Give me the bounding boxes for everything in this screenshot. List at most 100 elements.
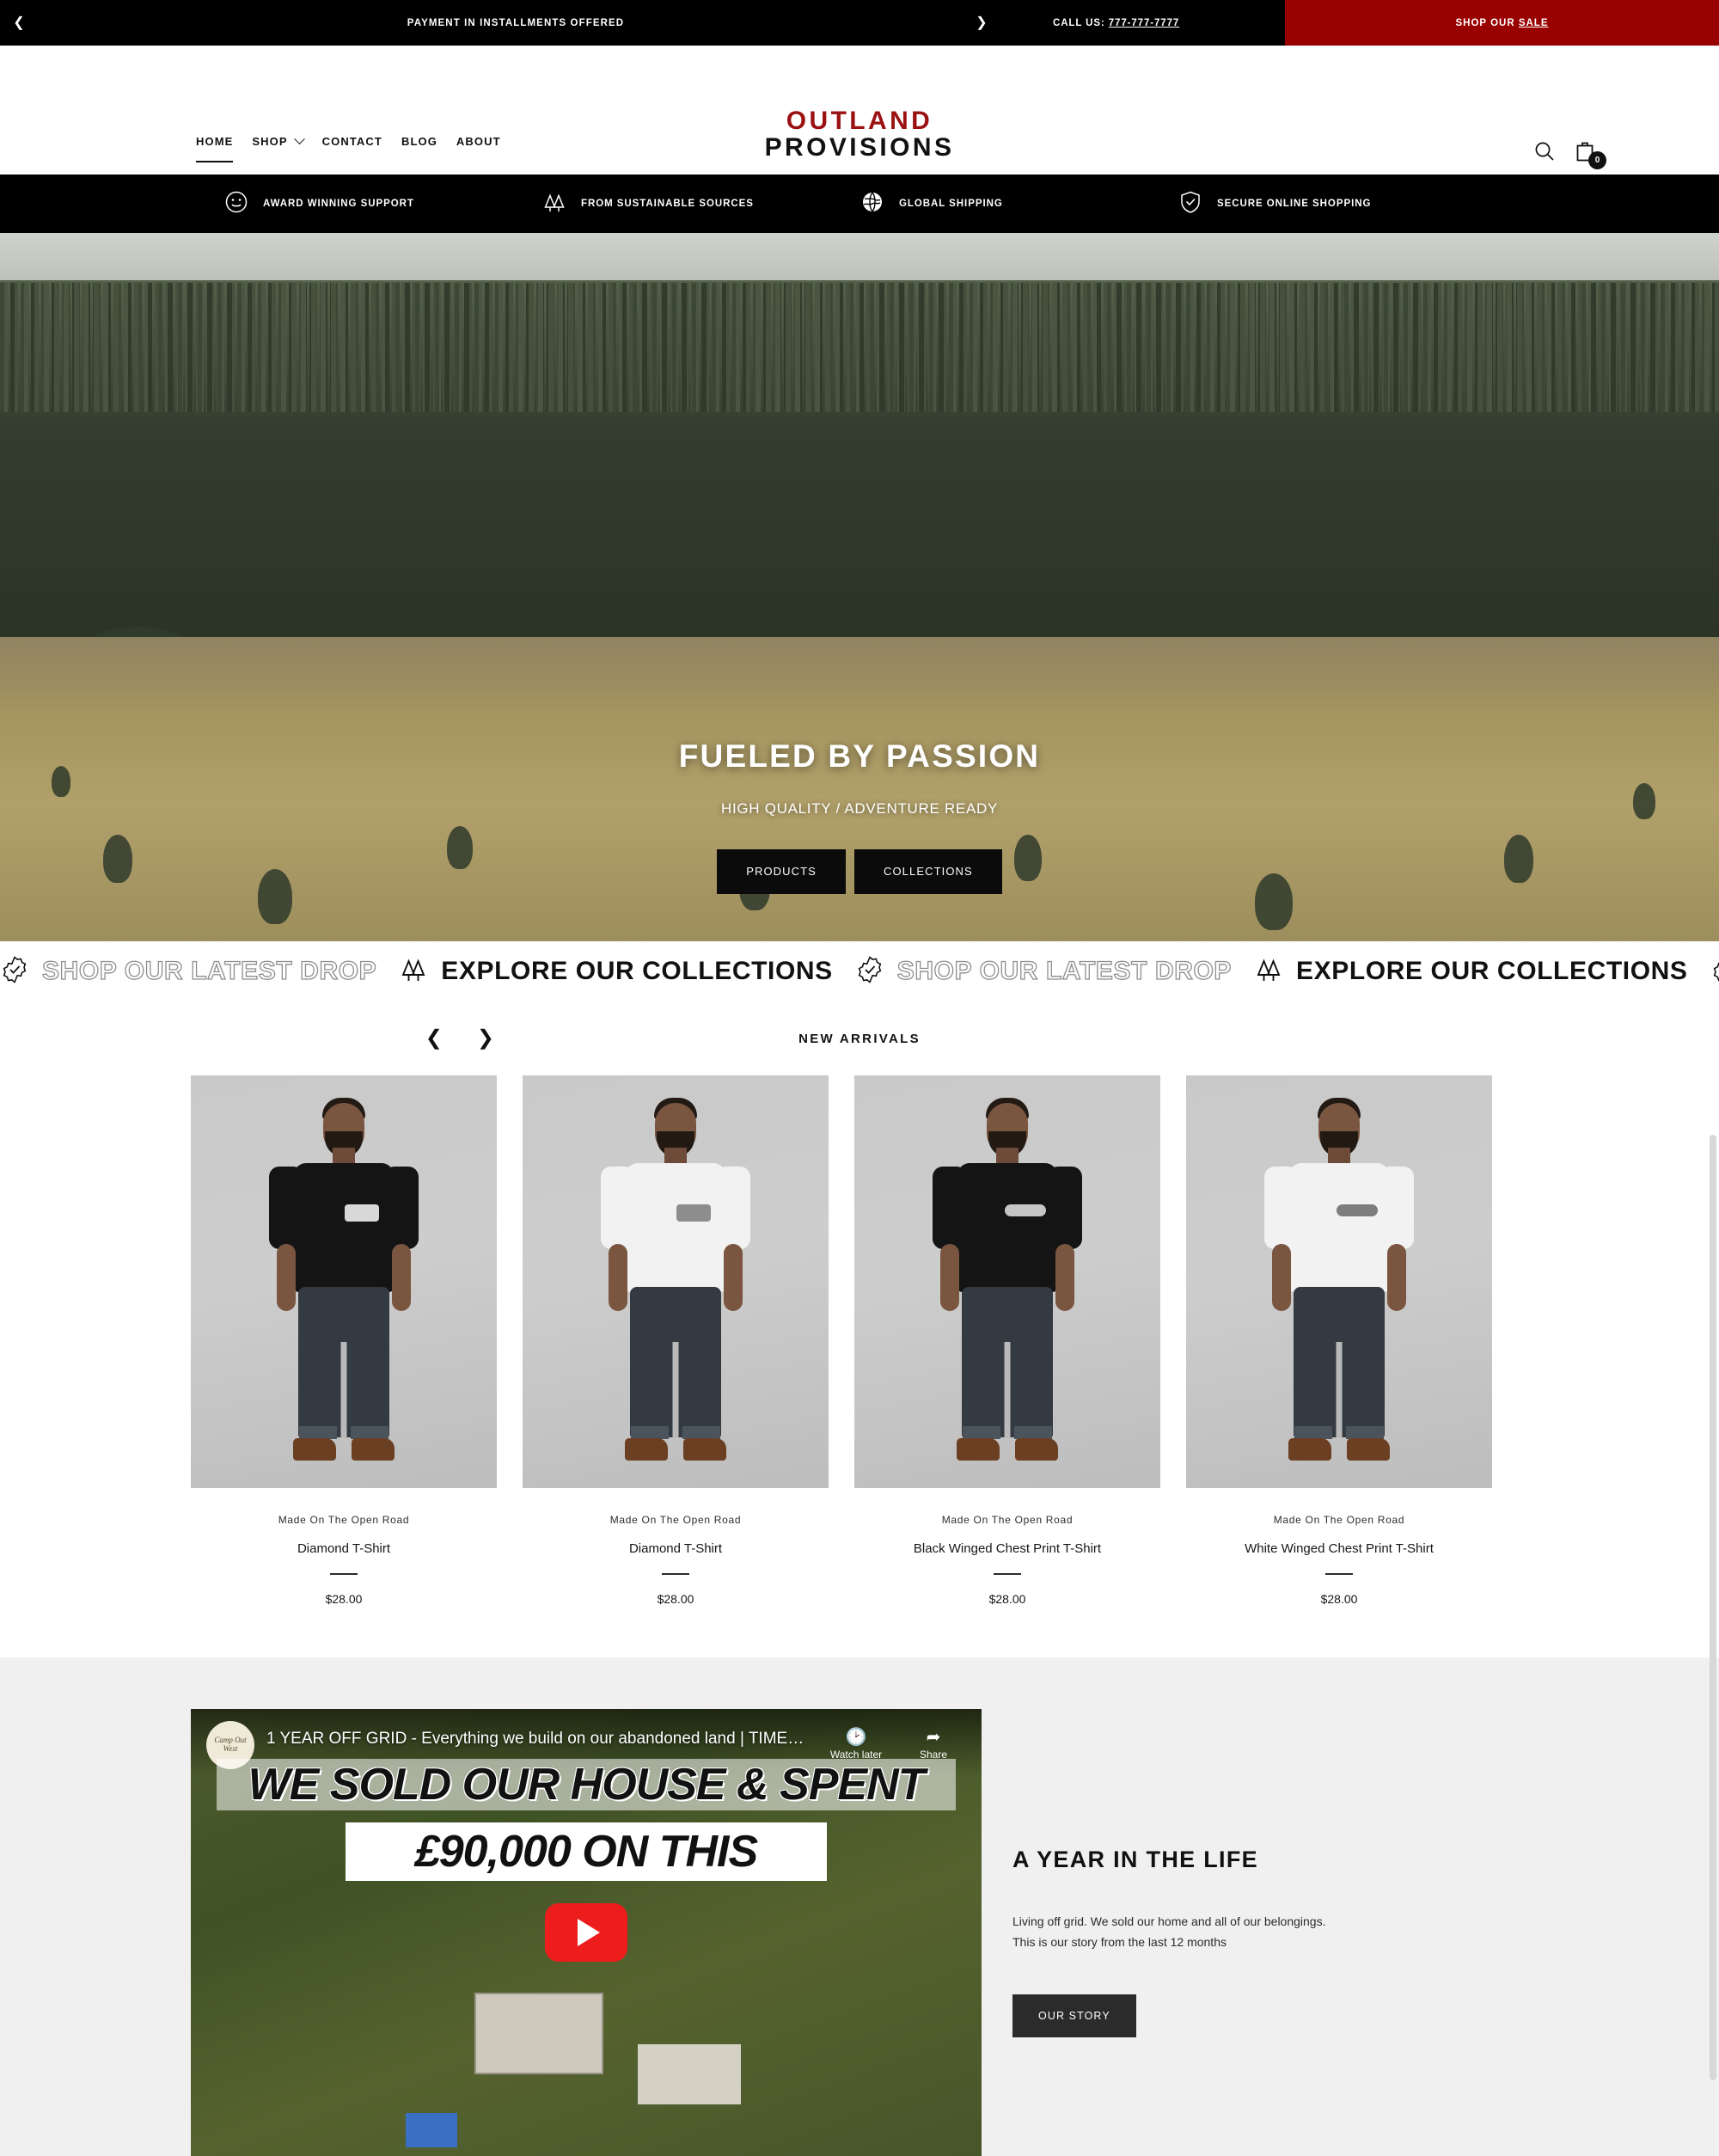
marquee-text: EXPLORE OUR COLLECTIONS — [441, 957, 833, 985]
pine-trees-icon — [399, 955, 428, 989]
nav-item-shop[interactable]: SHOP — [252, 133, 305, 148]
marquee-item[interactable]: SHOP OUR LATEST DROP — [855, 955, 1254, 989]
feature-sustainable-sources: FROM SUSTAINABLE SOURCES — [541, 189, 860, 219]
youtube-video-embed[interactable]: Camp Out West 1 YEAR OFF GRID - Everythi… — [191, 1708, 982, 2156]
cart-count-badge: 0 — [1588, 151, 1606, 169]
nav-item-blog[interactable]: BLOG — [401, 135, 437, 148]
product-info: Made On The Open Road White Winged Chest… — [1186, 1488, 1492, 1606]
product-vendor: Made On The Open Road — [941, 1514, 1074, 1526]
marquee-item[interactable]: EXPLORE OUR COLLECTIONS — [1254, 955, 1710, 989]
product-info: Made On The Open Road Diamond T-Shirt $2… — [191, 1488, 497, 1606]
product-card[interactable]: Made On The Open Road Diamond T-Shirt $2… — [191, 1075, 497, 1606]
call-us-label: CALL US: — [1053, 17, 1105, 28]
announcement-bar: ❮ PAYMENT IN INSTALLMENTS OFFERED ❯ CALL… — [0, 0, 1719, 46]
product-card[interactable]: Made On The Open Road Diamond T-Shirt $2… — [523, 1075, 829, 1606]
search-icon[interactable] — [1533, 140, 1556, 162]
page-title: NEW ARRIVALS — [798, 1031, 921, 1046]
sale-prefix: SHOP OUR — [1455, 17, 1519, 28]
pine-trees-icon — [1254, 955, 1283, 989]
product-divider — [994, 1573, 1021, 1575]
story-title: A YEAR IN THE LIFE — [1012, 1846, 1258, 1872]
feature-secure-shopping: SECURE ONLINE SHOPPING — [1178, 189, 1496, 219]
carousel-prev-icon[interactable]: ❮ — [425, 1028, 443, 1049]
marquee-item[interactable]: SHOP OUR LATEST DROP — [1710, 955, 1719, 989]
video-cabin — [474, 1992, 603, 2074]
marquee-text: SHOP OUR LATEST DROP — [896, 956, 1233, 985]
nav-item-home[interactable]: HOME — [196, 135, 234, 162]
feature-label: AWARD WINNING SUPPORT — [263, 199, 414, 209]
product-info: Made On The Open Road Diamond T-Shirt $2… — [523, 1488, 829, 1606]
product-price: $28.00 — [1320, 1591, 1358, 1606]
shield-check-icon — [1178, 189, 1203, 219]
product-grid: Made On The Open Road Diamond T-Shirt $2… — [0, 1075, 1719, 1606]
product-model-figure — [594, 1084, 757, 1488]
product-name[interactable]: White Winged Chest Print T-Shirt — [1186, 1541, 1492, 1556]
pine-trees-icon — [541, 189, 567, 219]
badge-check-icon — [0, 955, 29, 989]
marquee-item[interactable]: SHOP OUR LATEST DROP — [0, 955, 399, 989]
feature-bar: AWARD WINNING SUPPORT FROM SUSTAINABLE S… — [0, 175, 1719, 233]
product-info: Made On The Open Road Black Winged Chest… — [854, 1488, 1160, 1606]
sale-link[interactable]: SALE — [1519, 18, 1549, 28]
feature-label: GLOBAL SHIPPING — [899, 199, 1003, 209]
product-name[interactable]: Diamond T-Shirt — [523, 1541, 829, 1556]
feature-label: FROM SUSTAINABLE SOURCES — [581, 199, 754, 209]
page-scrollbar[interactable] — [1710, 1135, 1716, 2080]
video-thumbnail-line1: WE SOLD OUR HOUSE & SPENT — [217, 1758, 956, 1810]
marquee-item[interactable]: EXPLORE OUR COLLECTIONS — [399, 955, 855, 989]
our-story-button[interactable]: OUR STORY — [1012, 1994, 1136, 2037]
badge-check-icon — [1710, 955, 1719, 989]
product-card[interactable]: Made On The Open Road White Winged Chest… — [1186, 1075, 1492, 1606]
video-structure — [638, 2043, 741, 2104]
header-actions: 0 — [1533, 140, 1606, 169]
feature-global-shipping: GLOBAL SHIPPING — [860, 189, 1178, 219]
story-body-line2: This is our story from the last 12 month… — [1012, 1935, 1227, 1950]
product-name[interactable]: Diamond T-Shirt — [191, 1541, 497, 1556]
smiley-face-icon — [223, 189, 249, 219]
marquee-text: SHOP OUR LATEST DROP — [41, 956, 377, 985]
video-title[interactable]: 1 YEAR OFF GRID - Everything we build on… — [266, 1721, 811, 1749]
feature-label: SECURE ONLINE SHOPPING — [1217, 199, 1372, 209]
product-divider — [1325, 1573, 1353, 1575]
product-price: $28.00 — [657, 1591, 694, 1606]
share-arrow-icon: ➦ — [926, 1727, 941, 1747]
youtube-play-icon[interactable] — [545, 1902, 627, 1962]
product-image[interactable] — [191, 1075, 497, 1488]
carousel-next-icon[interactable]: ❯ — [477, 1028, 494, 1049]
products-button[interactable]: PRODUCTS — [717, 849, 846, 894]
nav-item-contact[interactable]: CONTACT — [322, 135, 382, 148]
product-model-figure — [262, 1084, 425, 1488]
product-divider — [662, 1573, 689, 1575]
product-price: $28.00 — [325, 1591, 363, 1606]
nav-item-about[interactable]: ABOUT — [456, 135, 501, 148]
call-us-block: CALL US: 777-777-7777 — [1053, 18, 1179, 28]
site-logo[interactable]: OUTLAND PROVISIONS — [764, 107, 955, 162]
cart-icon[interactable]: 0 — [1575, 140, 1606, 169]
product-model-figure — [926, 1084, 1089, 1488]
product-image[interactable] — [1186, 1075, 1492, 1488]
product-name[interactable]: Black Winged Chest Print T-Shirt — [854, 1541, 1160, 1556]
product-image[interactable] — [523, 1075, 829, 1488]
marquee-track: SHOP OUR LATEST DROP EXPLORE OUR COLLECT… — [0, 955, 1719, 989]
globe-icon — [860, 189, 885, 219]
new-arrivals-header: NEW ARRIVALS ❮ ❯ — [0, 1001, 1719, 1075]
product-card[interactable]: Made On The Open Road Black Winged Chest… — [854, 1075, 1160, 1606]
hero-treeline — [0, 283, 1719, 412]
watch-later-button[interactable]: 🕑 Watch later — [823, 1721, 889, 1761]
phone-link[interactable]: 777-777-7777 — [1109, 18, 1179, 28]
product-image[interactable] — [854, 1075, 1160, 1488]
hero-title: FUELED BY PASSION — [678, 738, 1041, 774]
video-thumbnail-line2: £90,000 ON THIS — [346, 1822, 827, 1881]
announcement-left: ❮ PAYMENT IN INSTALLMENTS OFFERED ❯ CALL… — [0, 0, 1285, 46]
hero-subtitle: HIGH QUALITY / ADVENTURE READY — [720, 800, 999, 817]
video-tarp — [406, 2112, 457, 2147]
collections-button[interactable]: COLLECTIONS — [853, 849, 1002, 894]
clock-icon: 🕑 — [845, 1727, 867, 1747]
shop-sale-banner[interactable]: SHOP OUR SALE — [1285, 0, 1719, 46]
main-navigation: HOME SHOP CONTACT BLOG ABOUT — [196, 133, 501, 162]
logo-line-provisions: PROVISIONS — [764, 133, 955, 162]
hero-buttons: PRODUCTS COLLECTIONS — [0, 849, 1719, 894]
announcement-next-arrow[interactable]: ❯ — [964, 0, 999, 46]
share-button[interactable]: ➦ Share — [901, 1721, 966, 1761]
shop-sale-text: SHOP OUR SALE — [1456, 18, 1549, 28]
